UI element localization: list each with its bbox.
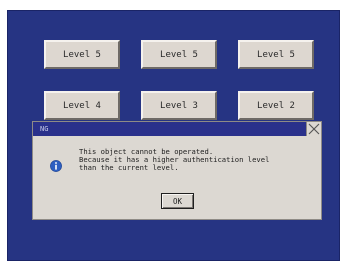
- ng-dialog: NG This object cannot be operated. Becau…: [32, 121, 322, 220]
- dialog-title: NG: [40, 125, 49, 133]
- level-5-button-3[interactable]: Level 5: [238, 40, 314, 69]
- level-5-button-1[interactable]: Level 5: [44, 40, 120, 69]
- level-2-button-label: Level 2: [257, 100, 295, 111]
- dialog-titlebar: NG: [33, 122, 321, 136]
- level-2-button[interactable]: Level 2: [238, 91, 314, 120]
- dialog-message: This object cannot be operated. Because …: [79, 148, 315, 172]
- level-3-button[interactable]: Level 3: [141, 91, 217, 120]
- ok-button[interactable]: OK: [161, 193, 194, 209]
- dialog-close-button[interactable]: [306, 122, 321, 136]
- dialog-message-line-3: than the current level.: [79, 163, 179, 172]
- level-5-button-3-label: Level 5: [257, 49, 295, 60]
- level-5-button-1-label: Level 5: [63, 49, 101, 60]
- ok-button-label: OK: [172, 196, 183, 206]
- level-4-button[interactable]: Level 4: [44, 91, 120, 120]
- level-5-button-2-label: Level 5: [160, 49, 198, 60]
- level-3-button-label: Level 3: [160, 100, 198, 111]
- info-icon: [50, 157, 62, 172]
- level-4-button-label: Level 4: [63, 100, 101, 111]
- level-5-button-2[interactable]: Level 5: [141, 40, 217, 69]
